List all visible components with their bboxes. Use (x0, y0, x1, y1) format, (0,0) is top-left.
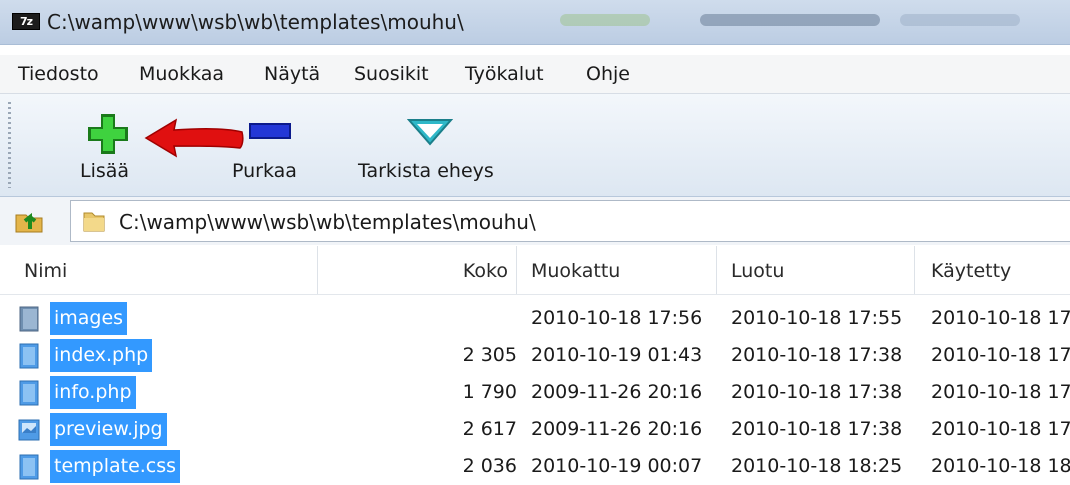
file-modified: 2010-10-19 00:07 (531, 455, 703, 477)
file-name: template.css (50, 450, 181, 483)
folder-icon (83, 212, 105, 232)
file-created: 2010-10-18 17:38 (731, 381, 903, 403)
file-modified: 2009-11-26 20:16 (531, 418, 703, 440)
menu-tools[interactable]: Työkalut (465, 63, 544, 85)
file-accessed: 2010-10-18 17 (931, 381, 1070, 403)
file-accessed: 2010-10-18 17 (931, 344, 1070, 366)
column-header-accessed[interactable]: Käytetty (915, 246, 1070, 294)
menu-bar: Tiedosto Muokkaa Näytä Suosikit Työkalut… (0, 55, 1070, 94)
path-input[interactable]: C:\wamp\www\wsb\wb\templates\mouhu\ (70, 200, 1070, 242)
table-row[interactable]: preview.jpg 2 617 2009-11-26 20:16 2010-… (0, 412, 1070, 448)
file-icon (19, 380, 39, 406)
menu-favorites[interactable]: Suosikit (354, 63, 429, 85)
file-created: 2010-10-18 17:38 (731, 418, 903, 440)
column-header-modified[interactable]: Muokattu (517, 246, 717, 294)
file-name: preview.jpg (50, 413, 167, 446)
file-list: Nimi Koko Muokattu Luotu Käytetty images… (0, 246, 1070, 483)
file-icon (19, 343, 39, 369)
file-accessed: 2010-10-18 18 (931, 455, 1070, 477)
add-button-label: Lisää (80, 160, 130, 182)
column-header-name[interactable]: Nimi (0, 246, 318, 294)
menu-edit[interactable]: Muokkaa (139, 63, 224, 85)
column-header-size[interactable]: Koko (318, 246, 517, 294)
path-text: C:\wamp\www\wsb\wb\templates\mouhu\ (119, 210, 536, 234)
test-button-label: Tarkista eheys (358, 160, 494, 182)
file-size: 2 036 (462, 455, 517, 477)
table-row[interactable]: images 2010-10-18 17:56 2010-10-18 17:55… (0, 301, 1070, 337)
blurred-background (560, 14, 650, 26)
file-name: info.php (50, 376, 136, 409)
file-size: 2 617 (462, 418, 517, 440)
file-size: 2 305 (462, 344, 517, 366)
file-size: 1 790 (462, 381, 517, 403)
blurred-background (900, 14, 1020, 26)
header-divider (0, 294, 1070, 295)
column-header-created[interactable]: Luotu (717, 246, 915, 294)
image-file-icon (18, 419, 40, 441)
plus-icon (88, 114, 128, 154)
file-name: images (50, 302, 128, 335)
file-name: index.php (50, 339, 153, 372)
toolbar-grip[interactable] (8, 102, 11, 188)
up-folder-icon[interactable] (12, 205, 46, 235)
file-created: 2010-10-18 17:55 (731, 307, 903, 329)
app-logo-icon: 7z (12, 13, 40, 30)
folder-icon (19, 306, 39, 332)
menu-file[interactable]: Tiedosto (18, 63, 99, 85)
file-modified: 2009-11-26 20:16 (531, 381, 703, 403)
file-accessed: 2010-10-18 17 (931, 307, 1070, 329)
file-icon (19, 454, 39, 480)
file-created: 2010-10-18 18:25 (731, 455, 903, 477)
toolbar: Lisää Purkaa Tarkista eheys (0, 94, 1070, 197)
menu-view[interactable]: Näytä (264, 63, 320, 85)
table-row[interactable]: index.php 2 305 2010-10-19 01:43 2010-10… (0, 338, 1070, 374)
checkmark-icon (407, 119, 453, 146)
menu-help[interactable]: Ohje (586, 63, 630, 85)
red-arrow-icon (144, 118, 244, 158)
file-created: 2010-10-18 17:38 (731, 344, 903, 366)
address-bar: C:\wamp\www\wsb\wb\templates\mouhu\ (0, 197, 1070, 245)
blurred-background (700, 14, 880, 26)
table-row[interactable]: info.php 1 790 2009-11-26 20:16 2010-10-… (0, 375, 1070, 411)
extract-button-label: Purkaa (232, 160, 297, 182)
file-modified: 2010-10-18 17:56 (531, 307, 703, 329)
file-accessed: 2010-10-18 17 (931, 418, 1070, 440)
window-title: C:\wamp\www\wsb\wb\templates\mouhu\ (47, 10, 464, 34)
minus-icon (249, 123, 291, 139)
title-bar: 7z C:\wamp\www\wsb\wb\templates\mouhu\ (0, 0, 1070, 45)
table-row[interactable]: template.css 2 036 2010-10-19 00:07 2010… (0, 449, 1070, 485)
file-modified: 2010-10-19 01:43 (531, 344, 703, 366)
